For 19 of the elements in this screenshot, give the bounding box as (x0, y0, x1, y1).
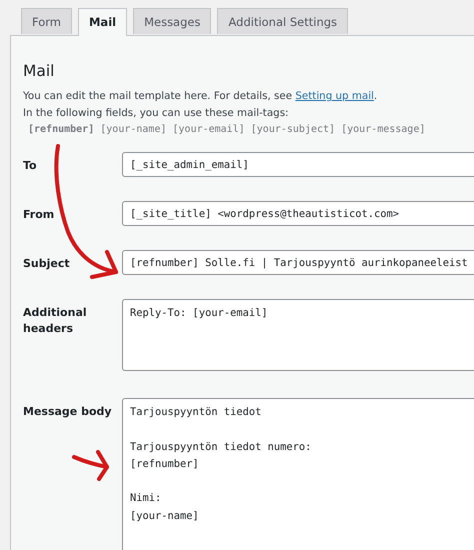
tab[interactable]: Additional Settings (217, 8, 348, 34)
tags-intro: In the following fields, you can use these mail-tags: (23, 106, 290, 121)
setting-up-mail-link[interactable]: Setting up mail (295, 90, 374, 102)
tab[interactable]: Form (21, 8, 72, 34)
tab[interactable]: Mail (78, 8, 128, 36)
field-label: Message body (23, 404, 113, 420)
field-label: Subject (23, 256, 71, 272)
mail-tags: [refnumber] [your-name] [your-email] [your-subject] [your-message] (28, 122, 474, 138)
field-label: Additional headers (23, 305, 88, 337)
field-label: To (23, 158, 38, 174)
mail-description: You can edit the mail template here. For details, see Setting up mail. (23, 89, 378, 104)
tab[interactable]: Messages (133, 8, 212, 34)
text-area[interactable]: Reply-To: [your-email] (122, 299, 474, 371)
text-area[interactable]: Tarjouspyyntön tiedot Tarjouspyyntön tiedot numero: [refnumber] Nimi: [your-name] (122, 398, 474, 550)
input-field[interactable]: [_site_admin_email] (122, 152, 474, 177)
input-field[interactable]: [_site_title] <wordpress@theautisticot.com> (122, 201, 474, 226)
section-heading: Mail (23, 62, 56, 80)
field-label: From (23, 207, 56, 223)
input-field[interactable]: [refnumber] Solle.fi | Tarjouspyyntö aurinkopaneeleist (122, 250, 474, 275)
